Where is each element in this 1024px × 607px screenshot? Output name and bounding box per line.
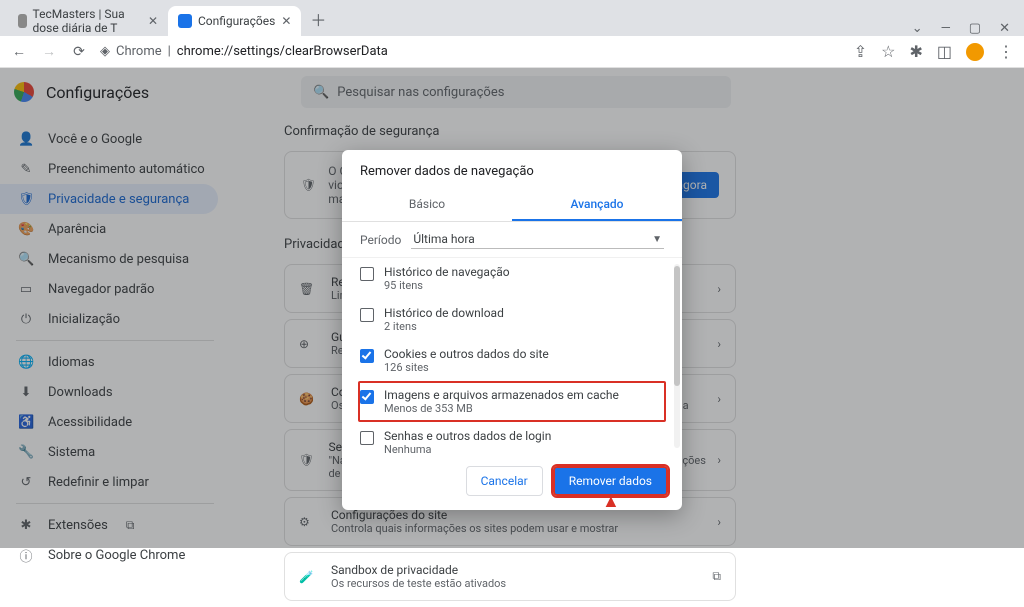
option-label: Imagens e arquivos armazenados em cache: [384, 388, 619, 402]
close-icon[interactable]: ✕: [281, 14, 291, 28]
option-sub: 2 itens: [384, 320, 504, 333]
tab-title: TecMasters | Sua dose diária de T: [33, 7, 142, 35]
option-sub: Menos de 353 MB: [384, 402, 619, 415]
tab-title: Configurações: [198, 14, 275, 28]
favicon-icon: [178, 14, 192, 28]
browser-tabs: TecMasters | Sua dose diária de T ✕ Conf…: [0, 6, 331, 36]
browser-tab-active[interactable]: Configurações ✕: [168, 6, 301, 36]
kebab-menu-icon[interactable]: ⋮: [998, 42, 1014, 61]
checkbox[interactable]: [360, 267, 374, 281]
row-subtitle: Os recursos de teste estão ativados: [331, 577, 506, 590]
share-icon[interactable]: ⇪: [854, 42, 867, 61]
settings-row[interactable]: 🧪 Sandbox de privacidadeOs recursos de te…: [284, 552, 736, 601]
url-prefix: Chrome: [116, 44, 162, 59]
flask-icon: 🧪: [299, 570, 319, 584]
dialog-actions: Cancelar Remover dados: [342, 454, 682, 510]
checkbox[interactable]: [360, 431, 374, 445]
forward-icon[interactable]: →: [40, 43, 58, 60]
option-label: Histórico de navegação: [384, 265, 510, 279]
avatar[interactable]: [966, 43, 984, 61]
options-list: Histórico de navegação95 itens Histórico…: [342, 258, 682, 454]
favicon-icon: [18, 14, 27, 28]
time-range-row: Período Última hora ▼: [342, 222, 682, 258]
option-download-history[interactable]: Histórico de download2 itens: [342, 299, 682, 340]
browser-tab[interactable]: TecMasters | Sua dose diária de T ✕: [8, 6, 168, 36]
close-icon[interactable]: ✕: [148, 14, 158, 28]
dialog-title: Remover dados de navegação: [342, 150, 682, 189]
extensions-icon[interactable]: ✱: [909, 42, 922, 61]
address-bar: ← → ⟳ ◈ Chrome | chrome://settings/clear…: [0, 36, 1024, 68]
url-field[interactable]: ◈ Chrome | chrome://settings/clearBrowse…: [100, 44, 842, 59]
external-link-icon: ⧉: [712, 569, 721, 584]
site-info-icon[interactable]: ◈: [100, 44, 110, 59]
checkbox[interactable]: [360, 349, 374, 363]
sidebar-item-label: Sobre o Google Chrome: [48, 548, 185, 563]
new-tab-button[interactable]: ＋: [305, 6, 331, 32]
side-panel-icon[interactable]: ◫: [937, 42, 952, 61]
cancel-button[interactable]: Cancelar: [466, 466, 543, 496]
maximize-icon[interactable]: ▢: [969, 21, 981, 36]
checkbox[interactable]: [360, 308, 374, 322]
clear-browsing-data-dialog: Remover dados de navegação Básico Avança…: [342, 150, 682, 510]
window-titlebar: TecMasters | Sua dose diária de T ✕ Conf…: [0, 0, 1024, 36]
checkbox[interactable]: [360, 390, 374, 404]
row-title: Sandbox de privacidade: [331, 563, 506, 577]
option-passwords[interactable]: Senhas e outros dados de loginNenhuma: [342, 422, 682, 454]
dialog-tabs: Básico Avançado: [342, 189, 682, 222]
time-range-value: Última hora: [413, 232, 474, 246]
chevron-down-icon: ▼: [652, 234, 662, 245]
time-range-select[interactable]: Última hora ▼: [411, 230, 664, 249]
star-icon[interactable]: ☆: [881, 42, 895, 61]
tab-advanced[interactable]: Avançado: [512, 189, 682, 221]
option-sub: 126 sites: [384, 361, 549, 374]
tab-basic[interactable]: Básico: [342, 189, 512, 221]
url-text: chrome://settings/clearBrowserData: [177, 44, 388, 59]
period-label: Período: [360, 233, 401, 247]
annotation-arrow-icon: ▲: [602, 491, 620, 510]
close-window-icon[interactable]: ✕: [999, 21, 1010, 36]
option-label: Histórico de download: [384, 306, 504, 320]
option-cached-images[interactable]: Imagens e arquivos armazenados em cacheM…: [358, 381, 666, 422]
option-label: Senhas e outros dados de login: [384, 429, 551, 443]
option-browsing-history[interactable]: Histórico de navegação95 itens: [342, 258, 682, 299]
option-label: Cookies e outros dados do site: [384, 347, 549, 361]
info-icon: ⓘ: [18, 546, 34, 565]
reload-icon[interactable]: ⟳: [70, 44, 88, 60]
back-icon[interactable]: ←: [10, 43, 28, 60]
option-sub: 95 itens: [384, 279, 510, 292]
minimize-icon[interactable]: ―: [941, 21, 951, 36]
option-cookies[interactable]: Cookies e outros dados do site126 sites: [342, 340, 682, 381]
chevron-down-icon[interactable]: ⌄: [912, 21, 923, 36]
scrollbar-thumb[interactable]: [674, 266, 680, 386]
window-controls: ⌄ ― ▢ ✕: [912, 21, 1024, 36]
option-sub: Nenhuma: [384, 443, 551, 454]
